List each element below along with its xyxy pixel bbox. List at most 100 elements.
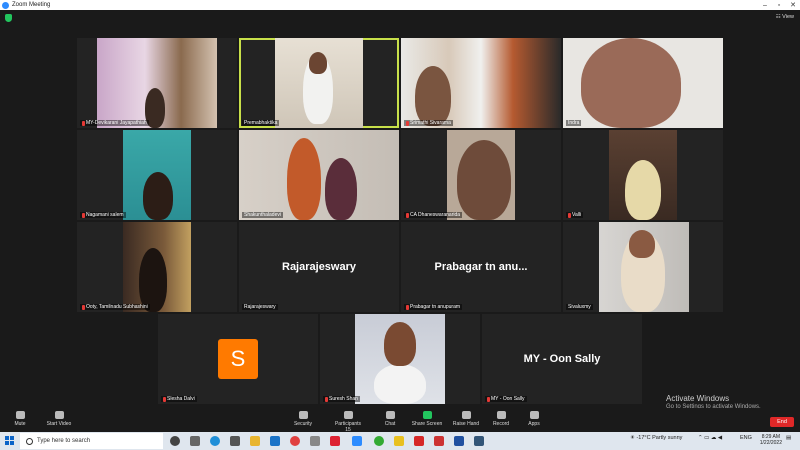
chrome-icon[interactable]	[290, 436, 300, 446]
app-icon[interactable]	[454, 436, 464, 446]
share-screen-button[interactable]: Share Screen	[410, 411, 444, 427]
muted-mic-icon	[325, 396, 328, 402]
participant-tile[interactable]: MY - Oon Sally MY - Oon Sally	[482, 314, 642, 404]
participant-name: CA Dhaneswaranarida	[404, 212, 463, 218]
participant-name: Premabhaktika	[242, 120, 280, 126]
raise-hand-button[interactable]: Raise Hand	[452, 411, 480, 427]
app-icon[interactable]	[474, 436, 484, 446]
participant-tile[interactable]: CA Dhaneswaranarida	[401, 130, 561, 220]
windows-taskbar: Type here to search ☀ -17°C Partly sunny…	[0, 432, 800, 450]
muted-mic-icon	[568, 212, 571, 218]
search-icon	[26, 437, 33, 445]
participant-name: Srimathi Sivarama	[404, 120, 453, 126]
windows-start-icon[interactable]	[5, 436, 14, 445]
edge-icon[interactable]	[210, 436, 220, 446]
participant-name: Ooty, Tamilnadu Subhashini	[80, 304, 150, 310]
participant-face	[457, 140, 511, 220]
muted-mic-icon	[487, 396, 490, 402]
app-icon[interactable]	[434, 436, 444, 446]
participant-tile[interactable]: S Slesha Dalvi	[158, 314, 318, 404]
participant-tile[interactable]: Rajarajeswary Rajarajeswary	[239, 222, 399, 312]
record-icon	[496, 411, 506, 419]
title-bar: Zoom Meeting – ▫ ✕	[0, 0, 800, 10]
participant-name: Suresh Shan	[323, 396, 360, 402]
shield-icon	[298, 411, 308, 419]
participant-face	[384, 322, 416, 366]
participant-display-name: MY - Oon Sally	[523, 353, 601, 365]
participant-tile[interactable]: Nagamani salem	[77, 130, 237, 220]
notifications-icon[interactable]: ▤	[786, 435, 791, 441]
participant-tile[interactable]: MY-Devikarani Jayapathiah	[77, 38, 237, 128]
end-meeting-button[interactable]: End	[770, 417, 794, 427]
pdf-icon[interactable]	[414, 436, 424, 446]
participant-figure	[625, 160, 661, 220]
participant-name: MY-Devikarani Jayapathiah	[80, 120, 149, 126]
chat-button[interactable]: Chat	[380, 411, 400, 427]
zoom-taskbar-icon[interactable]	[352, 436, 362, 446]
muted-mic-icon	[82, 212, 85, 218]
mute-button[interactable]: Mute	[8, 411, 32, 427]
participant-tile[interactable]: Sivaluxmy	[563, 222, 723, 312]
participant-tile[interactable]: Suresh Shan	[320, 314, 480, 404]
zoom-logo-icon	[2, 1, 9, 9]
muted-mic-icon	[406, 120, 409, 126]
muted-mic-icon	[82, 120, 85, 126]
participant-figure	[139, 248, 167, 312]
participant-name: Shakunthaladevi	[242, 212, 283, 218]
participants-button[interactable]: Participants 15	[332, 411, 364, 433]
security-button[interactable]: Security	[290, 411, 316, 427]
participant-tile[interactable]: Prabagar tn anu... Prabagar tn anupuram	[401, 222, 561, 312]
participant-face	[629, 230, 655, 258]
system-tray-icons[interactable]: ⌃ ▭ ☁ ◀	[698, 435, 722, 441]
microphone-icon	[15, 411, 25, 419]
start-video-button[interactable]: Start Video	[44, 411, 74, 427]
muted-mic-icon	[406, 304, 409, 310]
meeting-toolbar: Mute Start Video Security Participants 1…	[0, 408, 800, 433]
search-placeholder: Type here to search	[37, 438, 91, 444]
security-shield-icon[interactable]	[5, 14, 12, 22]
participant-figure	[287, 138, 321, 220]
participant-tile-active-speaker[interactable]: Premabhaktika	[239, 38, 399, 128]
maximize-button[interactable]: ▫	[772, 2, 786, 9]
participant-face	[581, 38, 681, 128]
weather-widget[interactable]: ☀ -17°C Partly sunny	[630, 435, 682, 441]
muted-mic-icon	[163, 396, 166, 402]
task-view-icon[interactable]	[190, 436, 200, 446]
view-button[interactable]: ☷ View	[776, 14, 794, 20]
participant-figure	[415, 66, 451, 126]
window-title: Zoom Meeting	[12, 2, 51, 8]
mail-icon[interactable]	[270, 436, 280, 446]
minimize-button[interactable]: –	[758, 2, 772, 9]
participant-avatar: S	[218, 339, 258, 379]
taskbar-clock[interactable]: 8:29 AM 1/22/2022	[760, 434, 782, 446]
participant-display-name: Rajarajeswary	[282, 261, 356, 273]
apps-button[interactable]: Apps	[524, 411, 544, 427]
muted-mic-icon	[82, 304, 85, 310]
participant-figure	[374, 364, 426, 404]
cortana-icon[interactable]	[170, 436, 180, 446]
participant-name: Rajarajeswary	[242, 304, 278, 310]
chrome-icon[interactable]	[374, 436, 384, 446]
taskbar-search-box[interactable]: Type here to search	[20, 433, 163, 449]
participant-tile[interactable]: Valli	[563, 130, 723, 220]
app-icon[interactable]	[330, 436, 340, 446]
video-gallery: ☷ View MY-Devikarani Jayapathiah Premabh…	[0, 10, 800, 408]
participant-name: Slesha Dalvi	[161, 396, 197, 402]
app-icon[interactable]	[310, 436, 320, 446]
participant-name: Nagamani salem	[80, 212, 126, 218]
close-button[interactable]: ✕	[786, 1, 800, 9]
weather-icon: ☀	[630, 435, 635, 441]
app-icon[interactable]	[394, 436, 404, 446]
participant-tile[interactable]: Shakunthaladevi	[239, 130, 399, 220]
record-button[interactable]: Record	[490, 411, 512, 427]
file-explorer-icon[interactable]	[250, 436, 260, 446]
participant-tile[interactable]: Srimathi Sivarama	[401, 38, 561, 128]
share-screen-icon	[422, 411, 432, 419]
activate-windows-title: Activate Windows	[666, 394, 730, 403]
participant-tile[interactable]: Indra	[563, 38, 723, 128]
language-indicator[interactable]: ENG	[740, 435, 752, 441]
store-icon[interactable]	[230, 436, 240, 446]
participant-tile[interactable]: Ooty, Tamilnadu Subhashini	[77, 222, 237, 312]
muted-mic-icon	[406, 212, 409, 218]
chat-bubble-icon	[385, 411, 395, 419]
